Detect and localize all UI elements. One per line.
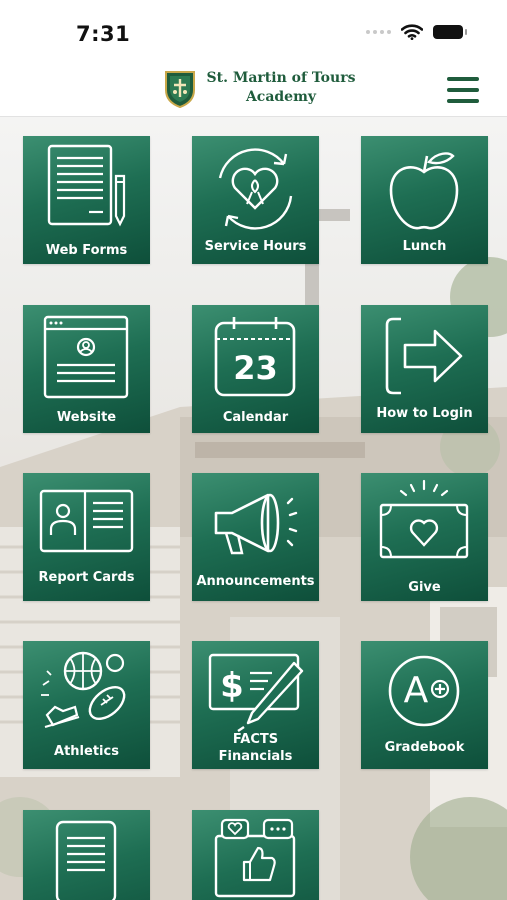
facts-financials-tile[interactable]: $ FACTS Financials — [192, 641, 319, 769]
app-header: St. Martin of Tours Academy — [0, 62, 507, 117]
give-tile[interactable]: Give — [361, 473, 488, 601]
tile-label: How to Login — [376, 406, 473, 421]
tablet-document-tile[interactable] — [23, 810, 150, 900]
tile-label: Give — [408, 580, 441, 595]
tile-label: Lunch — [402, 239, 447, 254]
menu-bar-icon — [447, 77, 479, 81]
grade-letter: A — [403, 670, 429, 711]
tile-label: Calendar — [222, 410, 289, 425]
tile-label: Service Hours — [204, 239, 307, 254]
school-crest-logo — [165, 71, 195, 108]
calendar-day-number: 23 — [233, 349, 278, 387]
social-media-icon — [214, 818, 296, 898]
status-bar: 7:31 — [0, 0, 507, 62]
gradebook-tile[interactable]: A Gradebook — [361, 641, 488, 769]
school-name: St. Martin of Tours Academy — [206, 69, 356, 107]
tablet-document-icon — [55, 820, 117, 900]
report-cards-tile[interactable]: Report Cards — [23, 473, 150, 601]
battery-icon — [433, 25, 467, 39]
tile-label-line1: FACTS — [232, 732, 279, 747]
lunch-tile[interactable]: Lunch — [361, 136, 488, 264]
menu-bar-icon — [447, 88, 479, 92]
menu-bar-icon — [447, 99, 479, 103]
cellular-signal-icon — [366, 30, 391, 34]
tile-grid-area: Web Forms Service Hours Lunch Website 23… — [0, 117, 507, 900]
how-to-login-tile[interactable]: How to Login — [361, 305, 488, 433]
announcements-tile[interactable]: Announcements — [192, 473, 319, 601]
tile-label: Announcements — [196, 574, 315, 589]
athletics-tile[interactable]: Athletics — [23, 641, 150, 769]
service-hours-tile[interactable]: Service Hours — [192, 136, 319, 264]
website-tile[interactable]: Website — [23, 305, 150, 433]
web-forms-tile[interactable]: Web Forms — [23, 136, 150, 264]
status-time: 7:31 — [76, 22, 131, 46]
tile-label: Website — [56, 410, 117, 425]
social-media-tile[interactable] — [192, 810, 319, 900]
tile-label: FACTS Financials — [192, 731, 319, 765]
tile-label: Gradebook — [384, 740, 465, 755]
calendar-tile[interactable]: 23 Calendar — [192, 305, 319, 433]
status-icons — [366, 24, 467, 40]
wifi-icon — [401, 24, 423, 40]
school-name-line1: St. Martin of Tours — [206, 70, 356, 86]
tile-label-line2: Financials — [218, 749, 293, 764]
school-name-line2: Academy — [245, 89, 317, 105]
hamburger-menu-button[interactable] — [447, 77, 479, 103]
tile-label: Athletics — [54, 744, 119, 759]
tile-label: Web Forms — [45, 243, 128, 258]
svg-text:$: $ — [220, 666, 244, 706]
tile-label: Report Cards — [38, 570, 135, 585]
